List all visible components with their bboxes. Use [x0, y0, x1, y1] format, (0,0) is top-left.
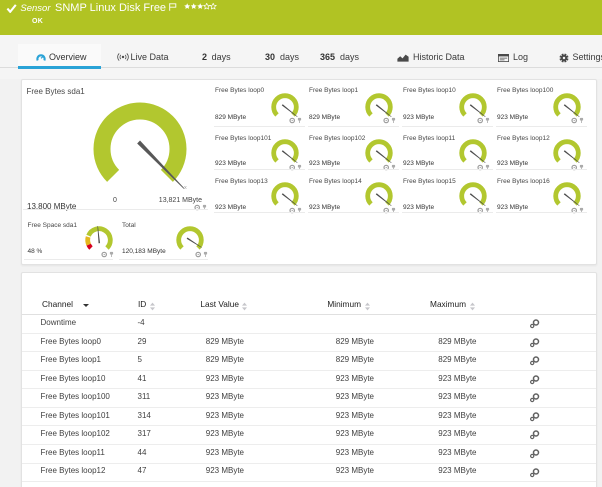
- svg-text:x: x: [184, 185, 187, 191]
